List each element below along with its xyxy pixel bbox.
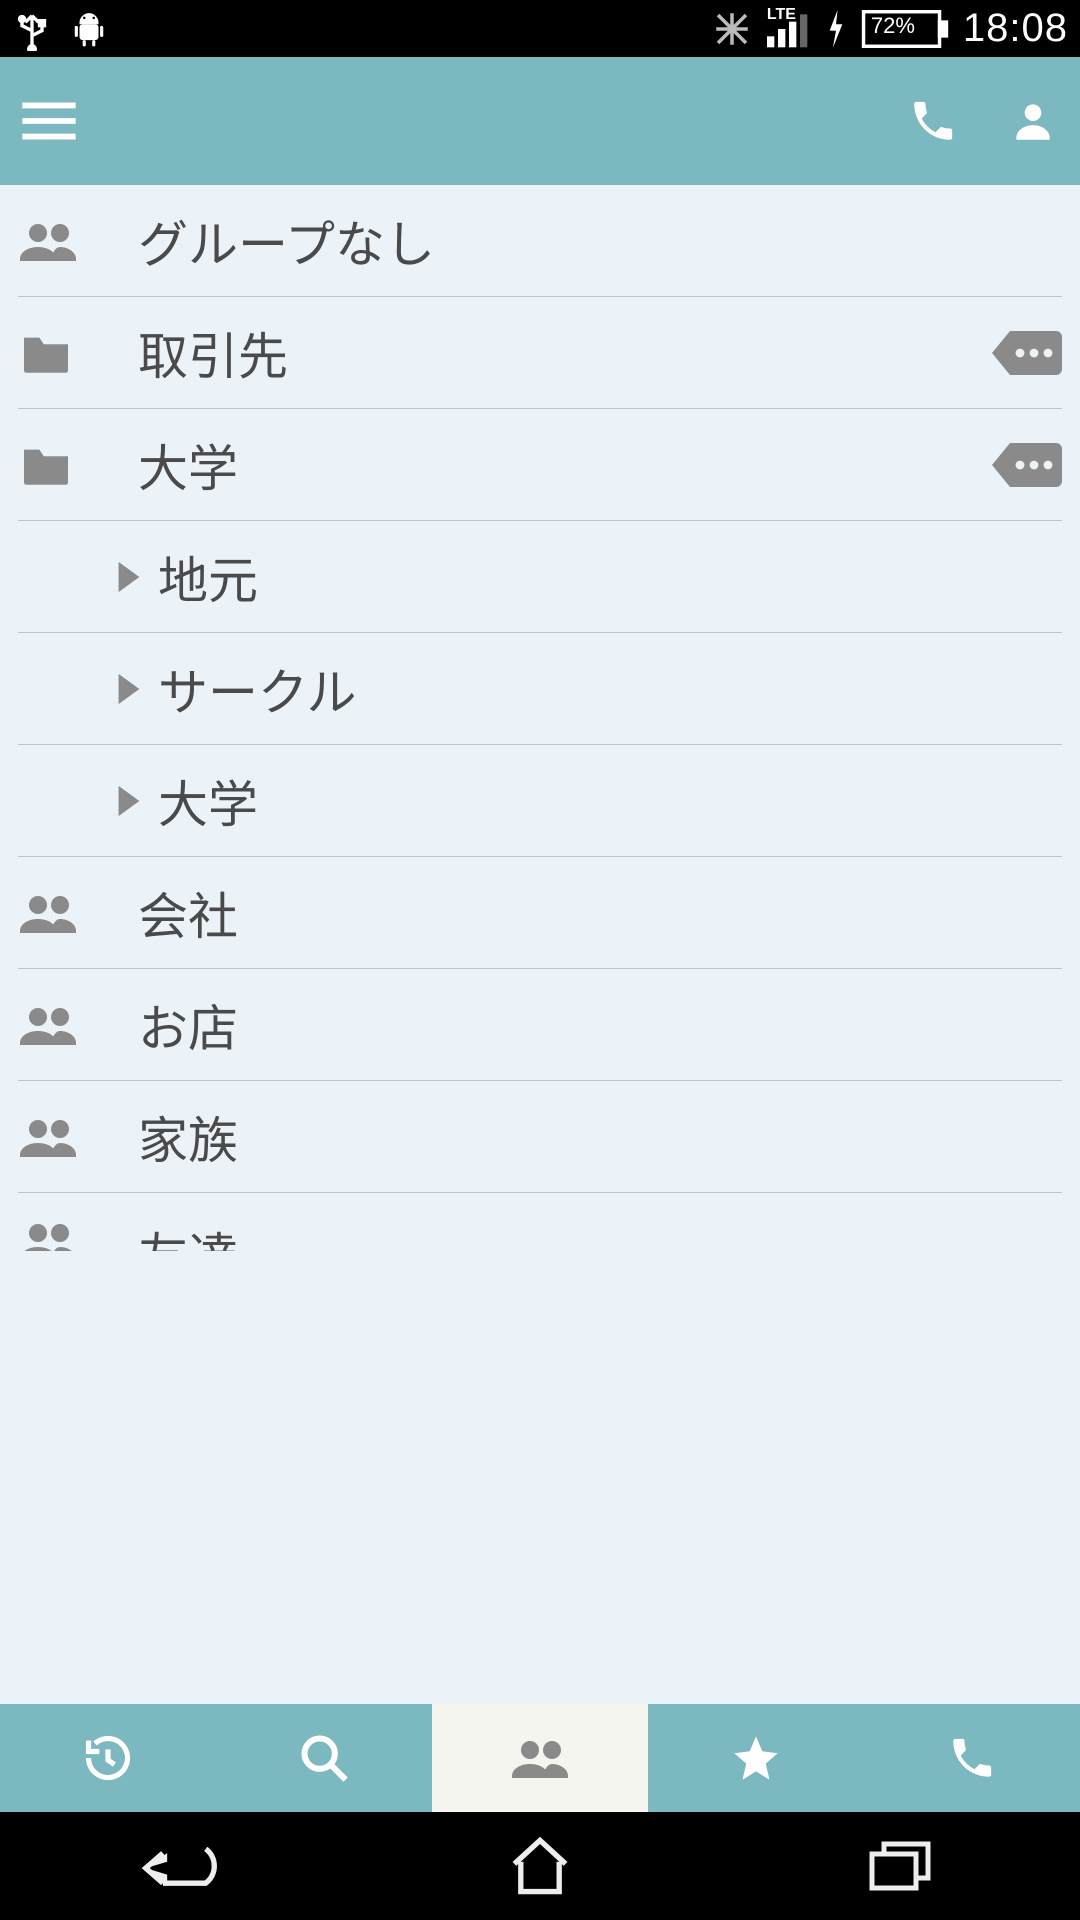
battery-icon: 72% — [861, 10, 949, 48]
expand-arrow-icon — [98, 784, 158, 818]
bottom-tab-bar — [0, 1704, 1080, 1812]
people-icon — [18, 1217, 138, 1251]
tab-search[interactable] — [216, 1704, 432, 1812]
group-list[interactable]: グループなし取引先大学地元サークル大学会社お店家族友達 — [0, 185, 1080, 1704]
group-item[interactable]: グループなし — [18, 185, 1062, 297]
folder-icon — [18, 331, 138, 375]
group-item[interactable]: 会社 — [18, 857, 1062, 969]
group-label: 友達 — [138, 1217, 238, 1251]
group-item[interactable]: 友達 — [18, 1193, 1062, 1251]
lte-signal-icon: LTE — [767, 10, 811, 48]
nav-back-button[interactable] — [80, 1826, 280, 1906]
more-actions-button[interactable] — [990, 439, 1062, 491]
nav-home-button[interactable] — [440, 1826, 640, 1906]
tab-groups[interactable] — [432, 1704, 648, 1812]
people-icon — [18, 1113, 138, 1161]
charging-icon — [825, 10, 847, 48]
folder-item[interactable]: 大学 — [18, 409, 1062, 521]
folder-item[interactable]: 取引先 — [18, 297, 1062, 409]
group-label: 会社 — [138, 877, 238, 949]
expand-arrow-icon — [98, 560, 158, 594]
usb-icon — [12, 7, 52, 51]
people-icon — [18, 1001, 138, 1049]
phone-button[interactable] — [908, 96, 958, 146]
group-item[interactable]: お店 — [18, 969, 1062, 1081]
group-item[interactable]: 家族 — [18, 1081, 1062, 1193]
subgroup-label: 地元 — [158, 541, 258, 613]
group-label: 大学 — [138, 429, 238, 501]
person-button[interactable] — [1008, 96, 1058, 146]
group-label: グループなし — [138, 205, 435, 277]
menu-button[interactable] — [22, 101, 76, 141]
tab-dialer[interactable] — [864, 1704, 1080, 1812]
group-label: 家族 — [138, 1101, 238, 1173]
expand-arrow-icon — [98, 672, 158, 706]
system-nav-bar — [0, 1812, 1080, 1920]
group-label: お店 — [138, 989, 238, 1061]
subgroup-label: サークル — [158, 653, 357, 725]
status-bar: LTE 72% 18:08 — [0, 0, 1080, 57]
subgroup-item[interactable]: サークル — [18, 633, 1062, 745]
app-header — [0, 57, 1080, 185]
tab-favorites[interactable] — [648, 1704, 864, 1812]
android-debug-icon — [70, 9, 108, 49]
status-clock: 18:08 — [963, 6, 1068, 51]
subgroup-item[interactable]: 大学 — [18, 745, 1062, 857]
tab-history[interactable] — [0, 1704, 216, 1812]
folder-icon — [18, 443, 138, 487]
silent-mode-icon — [711, 8, 753, 50]
subgroup-item[interactable]: 地元 — [18, 521, 1062, 633]
subgroup-label: 大学 — [158, 765, 258, 837]
group-label: 取引先 — [138, 317, 288, 389]
nav-recent-button[interactable] — [800, 1826, 1000, 1906]
people-icon — [18, 889, 138, 937]
more-actions-button[interactable] — [990, 327, 1062, 379]
people-icon — [18, 217, 138, 265]
